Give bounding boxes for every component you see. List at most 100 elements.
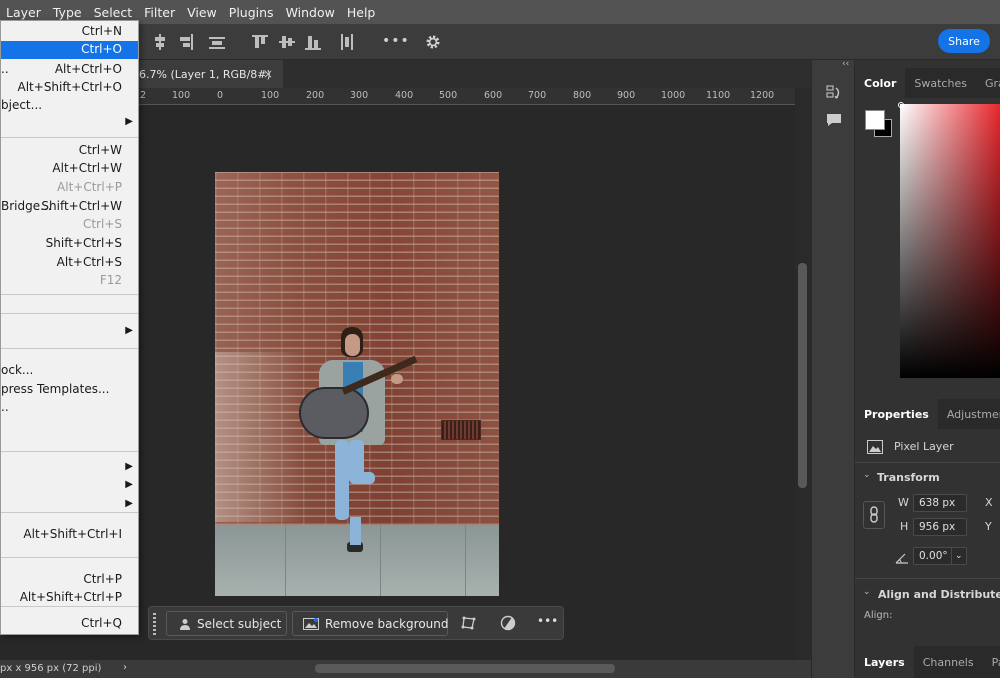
document-tab-title: 6.7% (Layer 1, RGB/8#) xyxy=(139,67,271,81)
transform-icon[interactable] xyxy=(461,615,477,631)
align-center-vertical-icon[interactable] xyxy=(152,34,168,50)
align-distribute-section-title[interactable]: Align and Distribute xyxy=(878,588,1000,601)
width-input[interactable]: 638 px xyxy=(913,494,967,512)
menu-item[interactable]: Alt+Shift+Ctrl+O xyxy=(1,79,138,97)
menu-view[interactable]: View xyxy=(181,5,223,20)
tab-properties[interactable]: Properties xyxy=(855,399,938,429)
menu-plugins[interactable]: Plugins xyxy=(223,5,280,20)
select-subject-button[interactable]: Select subject xyxy=(166,611,287,636)
color-picker-cursor[interactable] xyxy=(898,102,904,108)
ruler-label: 1100 xyxy=(706,90,731,101)
menu-item-shortcut: Shift+Ctrl+S xyxy=(45,236,122,250)
menu-separator xyxy=(1,137,138,138)
close-icon[interactable]: × xyxy=(263,67,273,81)
menu-item[interactable]: Ctrl+S xyxy=(1,216,138,234)
tab-swatches[interactable]: Swatches xyxy=(905,77,976,90)
menu-item[interactable]: Ctrl+O xyxy=(1,41,138,59)
tab-layers[interactable]: Layers xyxy=(855,646,914,678)
tab-color[interactable]: Color xyxy=(855,68,906,98)
menu-item[interactable]: Shift+Ctrl+S xyxy=(1,235,138,253)
chevron-down-icon[interactable]: ⌄ xyxy=(863,587,871,597)
ruler-label: 200 xyxy=(306,90,325,101)
menu-item[interactable]: Alt+Ctrl+W xyxy=(1,160,138,178)
menu-item-shortcut: Alt+Ctrl+P xyxy=(57,180,122,194)
color-picker-field[interactable] xyxy=(900,104,1000,378)
horizontal-ruler: 2 100 0 100 200 300 400 500 600 700 800 … xyxy=(139,88,811,105)
menu-item[interactable]: .. xyxy=(1,399,138,417)
menu-window[interactable]: Window xyxy=(280,5,341,20)
menu-select[interactable]: Select xyxy=(88,5,139,20)
remove-background-button[interactable]: Remove background xyxy=(292,611,449,636)
link-icon[interactable] xyxy=(863,501,885,529)
menu-item[interactable]: Alt+Shift+Ctrl+I xyxy=(1,526,138,544)
foreground-color-swatch[interactable] xyxy=(865,110,885,130)
tab-strip xyxy=(283,60,811,88)
menu-item[interactable]: ▶ xyxy=(1,498,138,516)
tab-adjustments[interactable]: Adjustments xyxy=(938,408,1000,421)
align-middle-icon[interactable] xyxy=(279,34,295,50)
menu-layer[interactable]: Layer xyxy=(0,5,47,20)
chevron-down-icon[interactable]: ⌄ xyxy=(863,470,871,480)
collapse-panels-icon[interactable]: ‹‹ xyxy=(842,59,849,69)
vertical-scrollbar-thumb[interactable] xyxy=(798,263,807,488)
ruler-label: 500 xyxy=(439,90,458,101)
menu-item[interactable]: Alt+Shift+Ctrl+P xyxy=(1,589,138,607)
align-right-icon[interactable] xyxy=(177,34,193,50)
status-arrow-icon[interactable]: › xyxy=(123,662,127,673)
menu-item[interactable]: .. Alt+Ctrl+O xyxy=(1,61,138,79)
align-bottom-icon[interactable] xyxy=(305,34,321,50)
more-options-icon[interactable]: ••• xyxy=(382,33,409,49)
comments-icon[interactable] xyxy=(825,112,843,128)
adjustment-icon[interactable] xyxy=(500,615,516,631)
remove-background-label: Remove background xyxy=(325,616,449,631)
angle-dropdown-chevron-icon[interactable]: ⌄ xyxy=(951,547,967,565)
menu-item[interactable]: Ctrl+N xyxy=(1,23,138,41)
menu-item[interactable]: ock... xyxy=(1,362,138,380)
menu-type[interactable]: Type xyxy=(47,5,88,20)
tab-paths[interactable]: Paths xyxy=(983,656,1000,669)
tab-channels[interactable]: Channels xyxy=(914,656,983,669)
menu-item[interactable]: ▶ xyxy=(1,116,138,134)
x-label: X xyxy=(985,496,993,509)
width-label: W xyxy=(898,496,909,509)
menu-separator xyxy=(1,313,138,314)
menu-help[interactable]: Help xyxy=(341,5,382,20)
layers-panel-tabs: Layers Channels Paths xyxy=(855,646,1000,678)
menu-item[interactable]: ▶ xyxy=(1,325,138,343)
menu-item-label: bject... xyxy=(1,98,43,112)
menu-item[interactable]: Ctrl+Q xyxy=(1,615,138,633)
submenu-arrow-icon: ▶ xyxy=(125,498,133,509)
height-input[interactable]: 956 px xyxy=(913,518,967,536)
ruler-label: 2 xyxy=(140,90,147,101)
horizontal-scrollbar-thumb[interactable] xyxy=(315,664,615,673)
history-icon[interactable] xyxy=(825,84,843,102)
tab-gradients[interactable]: Gradier xyxy=(976,77,1000,90)
menu-item[interactable]: Ctrl+W xyxy=(1,142,138,160)
document-image[interactable] xyxy=(215,172,499,596)
menu-item-shortcut: Ctrl+O xyxy=(81,42,122,56)
menu-item[interactable]: Alt+Ctrl+S xyxy=(1,254,138,272)
document-tab[interactable]: 6.7% (Layer 1, RGB/8#) × xyxy=(139,60,283,88)
distribute-vertical-icon[interactable] xyxy=(339,34,355,50)
menu-item[interactable]: Alt+Ctrl+P xyxy=(1,179,138,197)
angle-icon xyxy=(895,549,909,564)
menu-item[interactable]: ▶ xyxy=(1,479,138,497)
align-top-icon[interactable] xyxy=(252,34,268,50)
drag-handle[interactable] xyxy=(153,613,156,635)
vertical-scrollbar[interactable] xyxy=(795,88,811,660)
menu-item-shortcut: Alt+Shift+Ctrl+I xyxy=(23,527,122,541)
menu-item[interactable]: bject... xyxy=(1,97,138,115)
share-button[interactable]: Share xyxy=(938,29,990,53)
menu-item[interactable]: Ctrl+P xyxy=(1,571,138,589)
transform-section-title[interactable]: Transform xyxy=(877,471,940,484)
menu-item[interactable]: ▶ xyxy=(1,461,138,479)
menu-item[interactable]: Bridge... Shift+Ctrl+W xyxy=(1,198,138,216)
menu-item-shortcut: Ctrl+Q xyxy=(81,616,122,630)
more-icon[interactable]: ••• xyxy=(537,614,558,628)
menu-item[interactable]: F12 xyxy=(1,272,138,290)
gear-icon[interactable] xyxy=(425,34,441,50)
distribute-horizontal-icon[interactable] xyxy=(209,34,225,50)
menu-filter[interactable]: Filter xyxy=(138,5,181,20)
menu-item[interactable]: press Templates... xyxy=(1,381,138,399)
menu-separator xyxy=(1,557,138,558)
